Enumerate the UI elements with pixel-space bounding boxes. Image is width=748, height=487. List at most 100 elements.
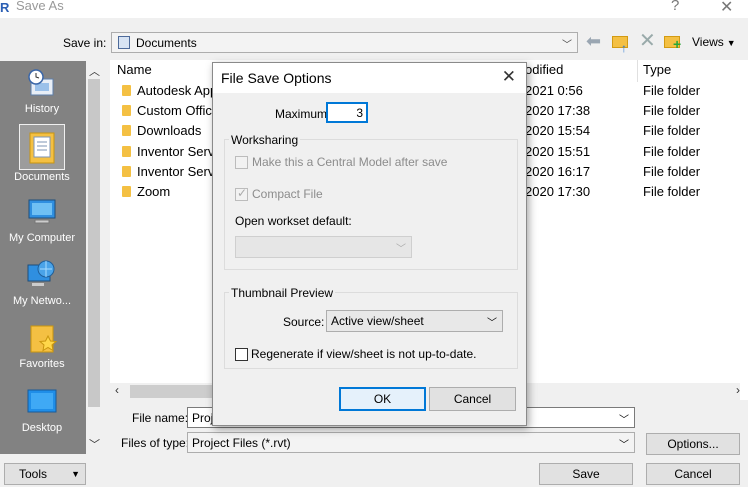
delete-x-icon[interactable]: ✕ <box>639 28 657 52</box>
app-logo-icon: R <box>0 0 10 15</box>
dialog-title-bar: File Save Options ✕ <box>213 63 526 93</box>
plus-icon: + <box>673 36 682 52</box>
chevron-down-icon[interactable]: ﹀ <box>619 411 629 426</box>
up-folder-button[interactable]: ↑ <box>612 32 630 55</box>
source-dropdown[interactable]: Active view/sheet ﹀ <box>326 310 503 332</box>
views-label: Views <box>692 35 724 49</box>
file-name: Inventor Serve <box>137 144 222 159</box>
file-name: Zoom <box>137 184 171 199</box>
place-label-documents: Documents <box>14 171 70 183</box>
documents-icon <box>19 124 65 170</box>
place-history[interactable]: History <box>0 65 84 115</box>
file-type-value: Project Files (*.rvt) <box>192 436 291 450</box>
tools-label: Tools <box>19 467 48 481</box>
file-name-label: File name: <box>132 411 189 425</box>
file-type: File folder <box>643 103 701 118</box>
file-name: Inventor Serve <box>137 164 222 179</box>
dialog-cancel-button[interactable]: Cancel <box>429 387 516 411</box>
help-button[interactable]: ? <box>671 0 679 14</box>
place-my-network[interactable]: My Netwo... <box>0 257 84 307</box>
file-type: File folder <box>643 184 701 199</box>
file-type-dropdown[interactable]: Project Files (*.rvt) ﹀ <box>187 432 635 453</box>
folder-icon <box>122 125 131 136</box>
file-type: File folder <box>643 83 701 98</box>
chevron-down-icon: ﹀ <box>396 244 406 255</box>
documents-folder-icon <box>118 36 130 49</box>
window-title: Save As <box>16 0 64 13</box>
regenerate-label: Regenerate if view/sheet is not up-to-da… <box>251 347 477 361</box>
file-name: Autodesk App <box>137 83 218 98</box>
file-type-label: Files of type: <box>121 436 190 450</box>
scroll-right-icon[interactable]: › <box>736 383 740 397</box>
maximum-value: 3 <box>356 106 363 120</box>
save-in-label: Save in: <box>63 36 107 50</box>
place-my-computer[interactable]: My Computer <box>0 194 84 244</box>
file-type: File folder <box>643 144 701 159</box>
triangle-down-icon: ▼ <box>726 38 736 48</box>
place-label-history: History <box>24 103 60 115</box>
file-type: File folder <box>643 123 701 138</box>
scrollbar-thumb[interactable] <box>88 79 100 407</box>
title-bar: R Save As ? ✕ <box>0 0 748 18</box>
place-label-my-network: My Netwo... <box>12 295 72 307</box>
close-icon[interactable]: ✕ <box>502 67 516 87</box>
file-modified: 2020 15:54 <box>525 123 591 138</box>
new-folder-button[interactable]: + <box>664 32 682 54</box>
place-label-my-computer: My Computer <box>8 232 76 244</box>
scroll-up-icon[interactable]: ︿ <box>89 63 100 79</box>
triangle-down-icon: ▼ <box>71 469 80 479</box>
places-scrollbar[interactable]: ︿ ﹀ <box>86 61 102 454</box>
ok-button[interactable]: OK <box>339 387 426 411</box>
back-arrow-icon[interactable]: ⬅ <box>586 31 606 53</box>
compact-file-checkbox: ✓ <box>235 186 248 201</box>
file-type: File folder <box>643 164 701 179</box>
place-desktop[interactable]: Desktop <box>0 384 84 434</box>
place-favorites[interactable]: Favorites <box>0 320 84 370</box>
folder-icon <box>122 186 131 197</box>
save-in-dropdown[interactable]: Documents ﹀ <box>111 32 578 53</box>
central-model-label: Make this a Central Model after save <box>252 155 448 169</box>
thumbnail-preview-group-label: Thumbnail Preview <box>229 286 336 300</box>
column-divider[interactable] <box>637 60 638 82</box>
source-label: Source: <box>283 315 325 329</box>
file-modified: 2020 17:30 <box>525 184 591 199</box>
file-modified: 2020 16:17 <box>525 164 591 179</box>
folder-icon <box>122 105 131 116</box>
file-modified: 2020 17:38 <box>525 103 591 118</box>
places-bar: History Documents My Computer My Netwo..… <box>0 61 86 454</box>
save-in-value: Documents <box>136 36 197 50</box>
folder-icon <box>122 85 131 96</box>
desktop-icon <box>24 384 60 420</box>
column-header-modified[interactable]: odified <box>525 62 563 77</box>
scroll-left-icon[interactable]: ‹ <box>115 383 119 397</box>
chevron-down-icon: ﹀ <box>619 440 629 451</box>
column-header-name[interactable]: Name <box>117 62 152 77</box>
file-name: Custom Office <box>137 103 220 118</box>
views-button[interactable]: Views ▼ <box>692 35 736 49</box>
computer-icon <box>24 194 60 230</box>
place-documents[interactable]: Documents <box>0 124 84 183</box>
close-window-button[interactable]: ✕ <box>720 0 733 17</box>
options-button[interactable]: Options... <box>646 433 740 455</box>
chevron-down-icon: ﹀ <box>562 40 572 51</box>
tools-button[interactable]: Tools ▼ <box>4 463 86 485</box>
file-modified: 2020 15:51 <box>525 144 591 159</box>
chevron-down-icon: ﹀ <box>487 318 497 329</box>
save-button[interactable]: Save <box>539 463 633 485</box>
regenerate-checkbox[interactable] <box>235 348 248 361</box>
place-label-favorites: Favorites <box>19 358 65 370</box>
cancel-button[interactable]: Cancel <box>646 463 740 485</box>
star-folder-icon <box>24 320 60 356</box>
maximum-backups-input[interactable]: 3 <box>326 102 368 123</box>
up-arrow-icon: ↑ <box>621 41 627 55</box>
dialog-title: File Save Options <box>221 70 332 86</box>
source-value: Active view/sheet <box>331 314 424 328</box>
network-icon <box>24 257 60 293</box>
compact-file-label: Compact File <box>252 187 323 201</box>
history-icon <box>24 65 60 101</box>
column-header-type[interactable]: Type <box>643 62 671 77</box>
scroll-down-icon[interactable]: ﹀ <box>89 436 100 452</box>
file-name: Downloads <box>137 123 202 138</box>
file-modified: 2021 0:56 <box>525 83 583 98</box>
central-model-checkbox <box>235 156 248 169</box>
